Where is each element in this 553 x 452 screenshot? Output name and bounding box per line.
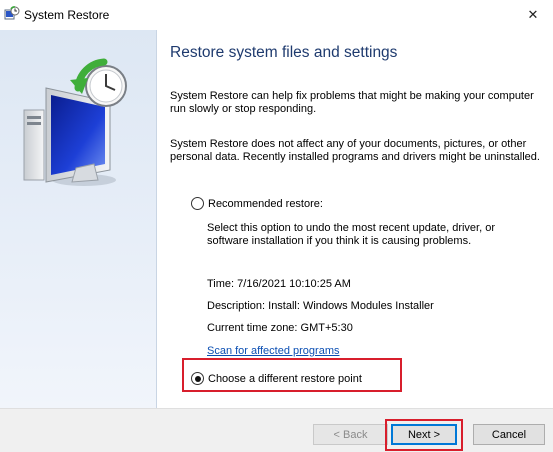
button-bar	[0, 408, 553, 452]
recommended-restore-radio[interactable]: Recommended restore:	[191, 197, 323, 210]
recommended-restore-description: Select this option to undo the most rece…	[207, 222, 496, 247]
intro-paragraph: System Restore can help fix problems tha…	[170, 90, 534, 115]
title-bar: System Restore ✕	[0, 0, 553, 30]
close-icon: ✕	[527, 7, 539, 22]
recommended-restore-label: Recommended restore:	[208, 197, 323, 210]
info-paragraph: System Restore does not affect any of yo…	[170, 138, 540, 163]
restore-time: Time: 7/16/2021 10:10:25 AM	[207, 278, 351, 290]
system-restore-illustration-icon	[23, 58, 127, 186]
window-title: System Restore	[24, 8, 110, 22]
restore-description: Description: Install: Windows Modules In…	[207, 300, 434, 312]
close-button[interactable]: ✕	[513, 0, 553, 30]
radio-button-selected[interactable]	[191, 372, 204, 385]
next-button[interactable]: Next >	[391, 424, 457, 445]
cancel-button[interactable]: Cancel	[473, 424, 545, 445]
scan-affected-programs-link[interactable]: Scan for affected programs	[207, 345, 339, 357]
different-restore-point-radio[interactable]: Choose a different restore point	[191, 372, 362, 385]
restore-timezone: Current time zone: GMT+5:30	[207, 322, 353, 334]
back-button[interactable]: < Back	[313, 424, 388, 445]
side-panel	[0, 30, 157, 408]
system-restore-icon	[4, 6, 20, 20]
page-title: Restore system files and settings	[170, 44, 398, 61]
radio-button[interactable]	[191, 197, 204, 210]
different-restore-point-label: Choose a different restore point	[208, 372, 362, 385]
